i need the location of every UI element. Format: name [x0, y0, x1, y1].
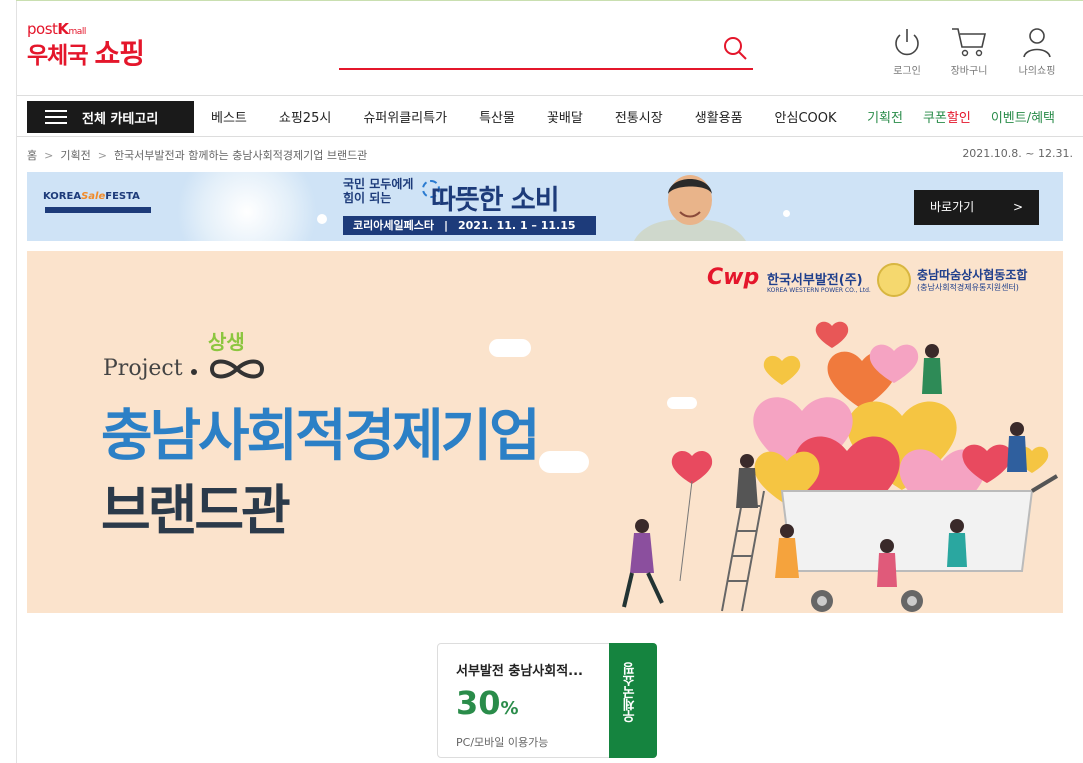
- coupon-title: 서부발전 충남사회적...: [456, 664, 583, 679]
- breadcrumb-home[interactable]: 홈: [27, 149, 37, 162]
- nav-event[interactable]: 이벤트/혜택: [991, 107, 1055, 126]
- nav-right: 기획전 쿠폰할인 이벤트/혜택: [867, 96, 1055, 136]
- promo-tagline-1: 국민 모두에게: [343, 177, 414, 191]
- cart-button[interactable]: 장바구니: [941, 25, 997, 77]
- banner-dot: [317, 214, 327, 224]
- infinity-logo: 상생: [208, 330, 265, 379]
- promo-date-name: 코리아세일페스타: [353, 219, 434, 232]
- coop-name: 충남따숨상사협동조합: [917, 268, 1028, 282]
- hamburger-icon: [45, 110, 67, 124]
- discount-coupon[interactable]: 서부발전 충남사회적... 30% PC/모바일 이용가능 우체국쇼핑: [437, 643, 657, 758]
- project-dot: [191, 369, 197, 375]
- kwp-sub: KOREA WESTERN POWER CO., Ltd.: [767, 287, 871, 294]
- korea-sale-festa-logo: KOREASaleFESTA: [43, 191, 153, 207]
- kfesta-bar: [45, 207, 151, 213]
- cloud-decoration: [489, 339, 531, 357]
- nav-planning[interactable]: 기획전: [867, 107, 903, 126]
- banner-dot: [783, 210, 790, 217]
- event-date-range: 2021.10.8. ~ 12.31.: [962, 147, 1073, 160]
- nav-living[interactable]: 생활용품: [695, 107, 743, 126]
- coupon-stub-logo: 우체국쇼핑: [623, 663, 638, 723]
- nav-menu: 베스트 쇼핑25시 슈퍼위클리특가 특산물 꽃배달 전통시장 생활용품 안심CO…: [200, 96, 837, 136]
- hero-title: 충남사회적경제기업: [101, 404, 541, 469]
- promo-tagline-2: 힘이 되는: [343, 191, 392, 205]
- hearts-illustration: [622, 321, 1059, 612]
- coop-sub: (충남사회적경제유통지원센터): [917, 283, 1019, 292]
- logo-mall: mall: [68, 27, 87, 37]
- hero-subtitle: 브랜드관: [101, 479, 291, 542]
- cart-icon: [952, 28, 987, 57]
- hero-banner: Cwp 한국서부발전(주) KOREA WESTERN POWER CO., L…: [27, 251, 1063, 613]
- logo-k: K: [57, 20, 69, 38]
- logo-main-b: 쇼핑: [94, 37, 146, 70]
- logo-main-a: 우체국: [27, 43, 88, 69]
- coop-seal-icon: [877, 263, 911, 297]
- promo-date-range: 2021. 11. 1 – 11.15: [458, 219, 576, 232]
- coupon-percent: 30: [456, 684, 501, 722]
- nav-shopping24[interactable]: 쇼핑25시: [279, 107, 331, 126]
- main-nav: 전체 카테고리 베스트 쇼핑25시 슈퍼위클리특가 특산물 꽃배달 전통시장 생…: [17, 95, 1083, 137]
- kwp-logo: Cwp 한국서부발전(주) KOREA WESTERN POWER CO., L…: [707, 265, 871, 294]
- site-logo[interactable]: postKmall 우체국 쇼핑: [27, 20, 146, 70]
- divider: |: [443, 219, 448, 232]
- nav-market[interactable]: 전통시장: [615, 107, 663, 126]
- cart-label: 장바구니: [950, 66, 988, 77]
- kwp-mark: Cwp: [707, 265, 760, 290]
- go-button[interactable]: 바로가기 >: [914, 190, 1039, 225]
- kwp-name: 한국서부발전(주): [767, 273, 863, 288]
- project-mark-text: 상생: [208, 330, 245, 354]
- banner-decoration: [177, 172, 317, 241]
- chevron-right-icon: >: [44, 149, 54, 162]
- kfesta-korea: KOREA: [43, 191, 82, 202]
- header: postKmall 우체국 쇼핑 로그인 장바구니 나의쇼핑: [17, 1, 1083, 95]
- coupon-stub: 우체국쇼핑: [609, 643, 657, 758]
- search-icon: [724, 37, 747, 60]
- login-label: 로그인: [893, 66, 921, 77]
- login-button[interactable]: 로그인: [879, 25, 935, 77]
- spokesperson-image: [634, 175, 746, 241]
- logo-main: 우체국 쇼핑: [27, 37, 146, 70]
- logo-post: post: [27, 20, 58, 38]
- my-shopping-label: 나의쇼핑: [1018, 66, 1056, 77]
- search-box: [339, 30, 753, 70]
- cloud-decoration: [539, 451, 589, 473]
- promo-tagline: 국민 모두에게 힘이 되는: [343, 177, 413, 205]
- nav-coupon-b: 할인: [946, 110, 971, 126]
- coupon-discount: 30%: [456, 684, 519, 722]
- coupon-note: PC/모바일 이용가능: [456, 736, 549, 749]
- breadcrumb: 홈 > 기획전 > 한국서부발전과 함께하는 충남사회적경제기업 브랜드관: [27, 147, 367, 163]
- nav-coupon[interactable]: 쿠폰할인: [923, 107, 971, 126]
- arrow-right-icon: >: [1012, 200, 1023, 214]
- all-categories-label: 전체 카테고리: [82, 112, 159, 127]
- kfesta-sale: Sale: [81, 191, 106, 202]
- chevron-right-icon: >: [97, 149, 107, 162]
- nav-flower[interactable]: 꽃배달: [547, 107, 583, 126]
- promo-banner[interactable]: KOREASaleFESTA 국민 모두에게 힘이 되는 따뜻한 소비 코리아세…: [27, 172, 1063, 241]
- nav-cook[interactable]: 안심COOK: [775, 107, 837, 126]
- coupon-percent-unit: %: [500, 698, 519, 719]
- nav-best[interactable]: 베스트: [211, 107, 247, 126]
- my-shopping-button[interactable]: 나의쇼핑: [1009, 25, 1065, 77]
- nav-coupon-a: 쿠폰: [922, 110, 947, 126]
- search-button[interactable]: [721, 34, 749, 62]
- nav-specialties[interactable]: 특산물: [479, 107, 515, 126]
- power-icon: [895, 29, 919, 56]
- promo-headline: 따뜻한 소비: [431, 185, 560, 216]
- nav-super-weekly[interactable]: 슈퍼위클리특가: [363, 107, 447, 126]
- promo-date-bar: 코리아세일페스타 | 2021. 11. 1 – 11.15: [343, 216, 596, 235]
- kfesta-festa: FESTA: [105, 191, 140, 202]
- breadcrumb-planning[interactable]: 기획전: [60, 149, 90, 162]
- all-categories-button[interactable]: 전체 카테고리: [27, 101, 194, 133]
- breadcrumb-current: 한국서부발전과 함께하는 충남사회적경제기업 브랜드관: [113, 149, 368, 162]
- user-icon: [1023, 28, 1051, 58]
- project-label: Project: [103, 356, 183, 381]
- search-input[interactable]: [339, 36, 709, 64]
- go-button-label: 바로가기: [930, 200, 975, 214]
